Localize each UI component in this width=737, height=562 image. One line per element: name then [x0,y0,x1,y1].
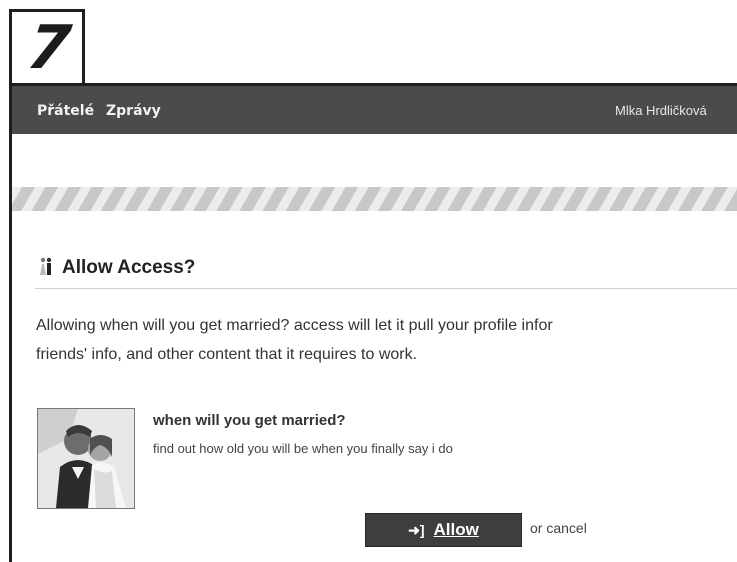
app-name: when will you get married? [153,412,346,429]
dialog-title: Allow Access? [38,256,195,279]
user-name-link[interactable]: Mlka Hrdličková [615,103,707,118]
dialog-title-text: Allow Access? [62,257,196,278]
allow-button-label: Allow [433,520,479,539]
cancel-link[interactable]: cancel [546,520,586,536]
nav-friends-link[interactable]: Přátelé [37,103,94,119]
or-text: or [530,520,543,536]
or-cancel-text: or cancel [530,520,587,536]
wedding-couple-icon [38,256,54,276]
step-number-box: 7 [9,9,85,83]
striped-divider [12,187,737,211]
browser-frame: Přátelé Zprávy Mlka Hrdličková Allow Acc… [9,83,737,562]
allow-button[interactable]: ➜] Allow [365,513,522,547]
step-number: 7 [23,13,75,83]
access-description-line-1: Allowing when will you get married? acce… [36,317,553,334]
app-description: find out how old you will be when you fi… [153,441,453,456]
access-description: Allowing when will you get married? acce… [36,311,737,369]
nav-messages-link[interactable]: Zprávy [106,103,161,119]
top-navigation-bar: Přátelé Zprávy Mlka Hrdličková [12,86,737,134]
app-thumbnail-image [37,408,135,509]
title-divider [35,288,737,289]
login-arrow-icon: ➜] [408,521,425,538]
access-description-line-2: friends' info, and other content that it… [36,346,418,363]
